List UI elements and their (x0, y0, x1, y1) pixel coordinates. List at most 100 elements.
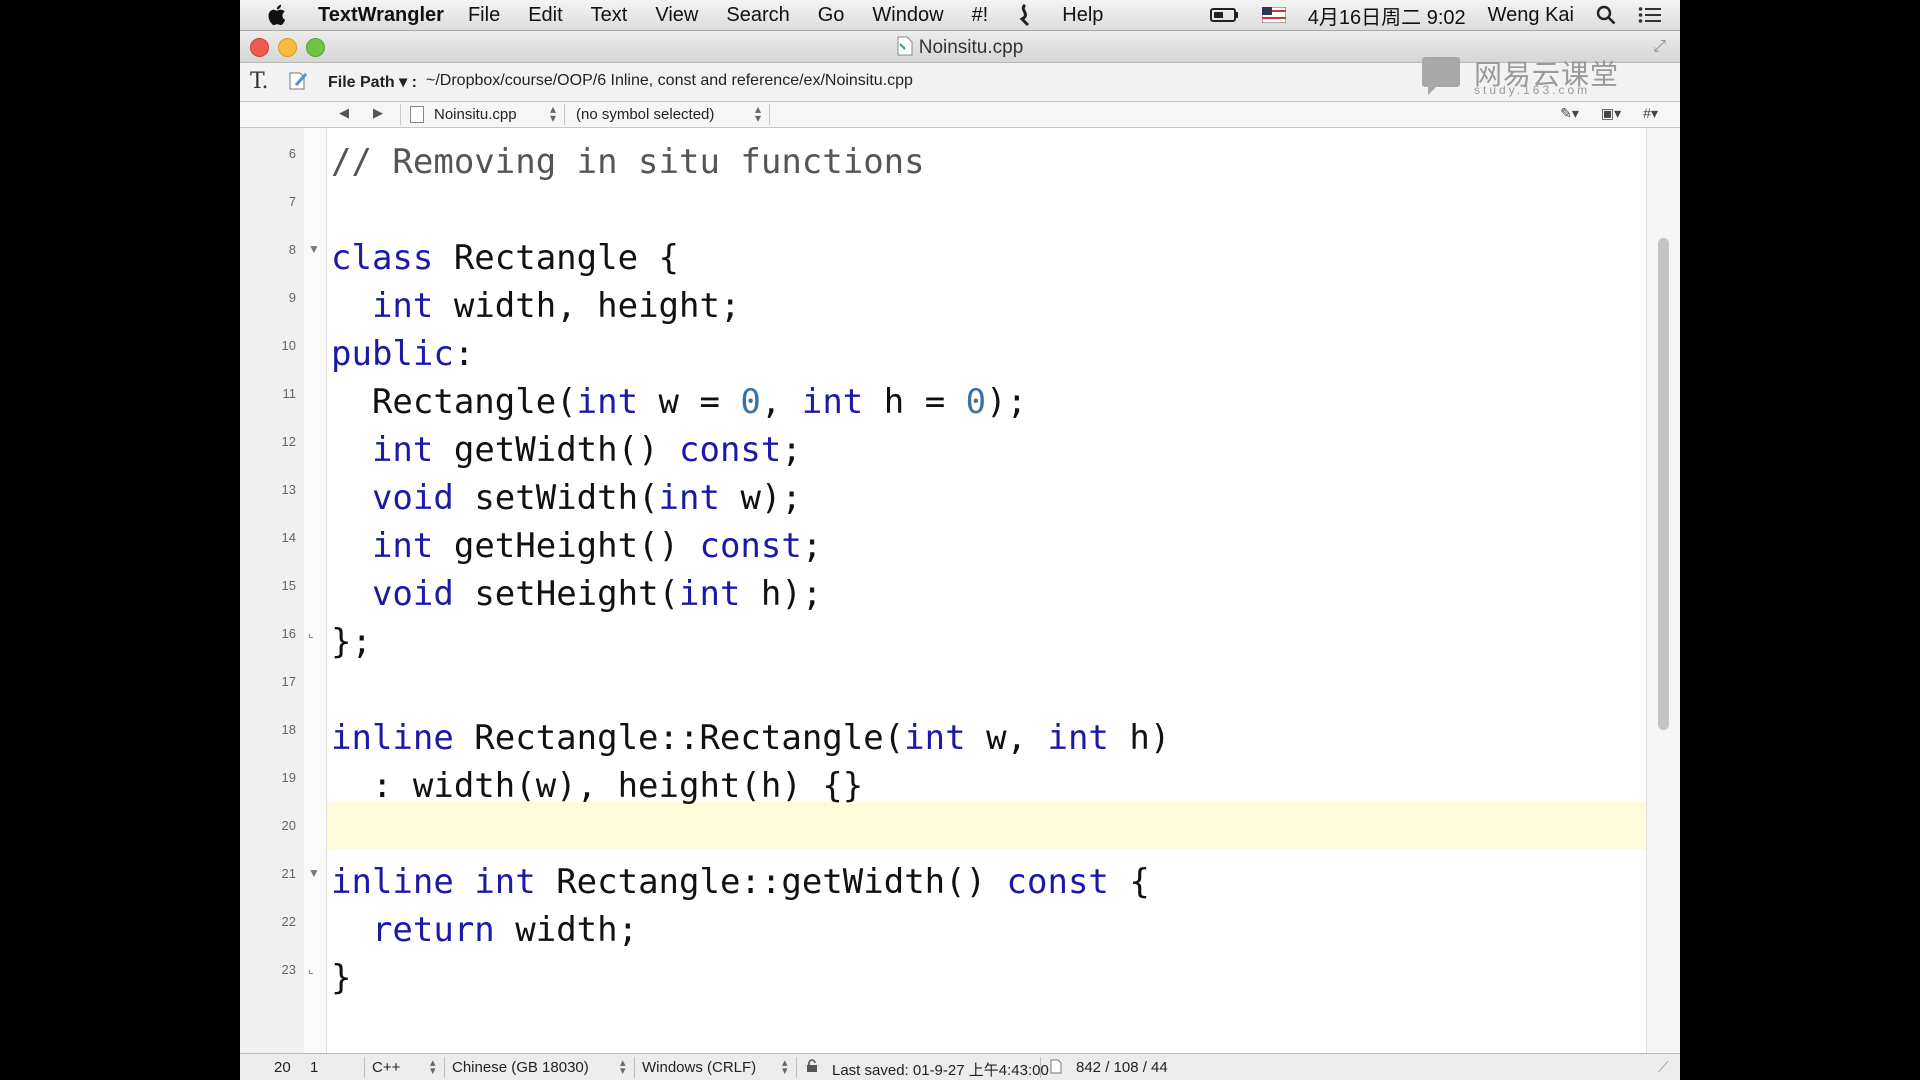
divider (796, 1057, 797, 1078)
spotlight-icon[interactable] (1596, 5, 1616, 25)
pencil-doc-icon[interactable] (288, 71, 310, 91)
line-number: 12 (281, 434, 296, 449)
file-path-menu[interactable]: File Path ▾ : (328, 72, 417, 92)
menu-file[interactable]: File (468, 4, 500, 27)
code-line[interactable]: inline int Rectangle::getWidth() const { (331, 858, 1150, 906)
line-number: 20 (281, 818, 296, 833)
watermark-icon (1422, 57, 1460, 95)
line-number: 17 (281, 674, 296, 689)
code-line[interactable]: return width; (331, 906, 638, 954)
divider (564, 104, 565, 125)
file-menu[interactable]: Noinsitu.cpp (434, 106, 517, 123)
line-number: 10 (281, 338, 296, 353)
resize-grip-icon[interactable]: ⟋ (1658, 1059, 1669, 1076)
menu-clock[interactable]: 4月16日周二 9:02 (1308, 1, 1466, 30)
updown-arrows-icon: ▴ ▾ (550, 102, 557, 125)
back-button[interactable]: ◀ (339, 105, 349, 121)
forward-button[interactable]: ▶ (373, 105, 383, 121)
line-number: 8 (288, 242, 296, 257)
comment: // Removing in situ functions (331, 142, 925, 182)
encoding-menu[interactable]: Chinese (GB 18030) (452, 1059, 589, 1076)
code-line[interactable]: void setHeight(int h); (331, 570, 822, 618)
divider (1040, 1057, 1041, 1078)
menu-bar: TextWrangler File Edit Text View Search … (240, 0, 1680, 31)
code-line[interactable]: }; (331, 618, 372, 666)
menu-search[interactable]: Search (726, 4, 789, 27)
divider (400, 104, 401, 125)
document-stats[interactable]: 842 / 108 / 44 (1076, 1059, 1168, 1076)
battery-icon[interactable] (1209, 7, 1240, 23)
status-line[interactable]: 20 (274, 1059, 291, 1076)
code-line[interactable]: void setWidth(int w); (331, 474, 802, 522)
code-line[interactable]: inline Rectangle::Rectangle(int w, int h… (331, 714, 1170, 762)
apple-icon[interactable] (266, 3, 290, 27)
menu-extras: 4月16日周二 9:02 Weng Kai (1209, 0, 1662, 30)
document-icon[interactable] (897, 36, 913, 56)
navigation-bar: ◀ ▶ Noinsitu.cpp ▴ ▾ (no symbol selected)… (240, 102, 1680, 128)
status-column[interactable]: 1 (310, 1059, 318, 1076)
nav-tools: ✎▾ ▣▾ #▾ (1560, 105, 1658, 122)
line-number: 14 (281, 530, 296, 545)
menu-edit[interactable]: Edit (528, 4, 562, 27)
divider (769, 104, 770, 125)
line-number: 18 (281, 722, 296, 737)
updown-arrows-icon: ▴ ▾ (755, 102, 762, 125)
scripts-icon[interactable] (1016, 4, 1034, 26)
fullscreen-icon[interactable]: ⤢ (1653, 38, 1666, 56)
menu-view[interactable]: View (655, 4, 698, 27)
line-number: 23 (281, 962, 296, 977)
divider (444, 1057, 445, 1078)
language-menu[interactable]: C++ (372, 1059, 400, 1076)
line-number: 9 (288, 290, 296, 305)
vertical-scrollbar[interactable] (1646, 128, 1680, 1053)
code-line[interactable]: class Rectangle { (331, 234, 679, 282)
code-line[interactable]: Rectangle(int w = 0, int h = 0); (331, 378, 1027, 426)
notification-list-icon[interactable] (1638, 6, 1662, 24)
updown-arrows-icon: ▴ ▾ (782, 1057, 788, 1077)
symbol-menu[interactable]: (no symbol selected) (576, 106, 714, 123)
watermark-subtext: study.163.com (1474, 83, 1591, 97)
code-line[interactable]: int getWidth() const; (331, 426, 802, 474)
menu-go[interactable]: Go (818, 4, 845, 27)
hash-icon[interactable]: #▾ (1643, 105, 1658, 122)
code-line[interactable]: public: (331, 330, 474, 378)
menu-text[interactable]: Text (591, 4, 628, 27)
menu-shebang[interactable]: #! (972, 4, 989, 27)
lock-icon[interactable] (806, 1059, 818, 1077)
document-menu-icon[interactable]: ▣▾ (1601, 105, 1621, 122)
line-number: 11 (282, 386, 297, 401)
menu-user[interactable]: Weng Kai (1488, 4, 1574, 27)
input-flag-icon[interactable] (1261, 7, 1286, 23)
file-path: ~/Dropbox/course/OOP/6 Inline, const and… (426, 72, 913, 89)
code-line[interactable]: // Removing in situ functions (331, 138, 925, 186)
code-line[interactable]: int getHeight() const; (331, 522, 822, 570)
menu-window[interactable]: Window (872, 4, 943, 27)
fold-end-icon[interactable]: ⌞ (308, 626, 314, 640)
menu-help[interactable]: Help (1062, 4, 1103, 27)
app-menu[interactable]: TextWrangler (318, 4, 444, 27)
line-number: 6 (288, 146, 296, 161)
document-stats-icon (1050, 1059, 1062, 1078)
scroll-thumb[interactable] (1658, 238, 1669, 730)
divider (634, 1057, 635, 1078)
updown-arrows-icon: ▴ ▾ (430, 1057, 436, 1077)
line-endings-menu[interactable]: Windows (CRLF) (642, 1059, 756, 1076)
updown-arrows-icon: ▴ ▾ (620, 1057, 626, 1077)
code-line[interactable]: : width(w), height(h) {} (331, 762, 863, 810)
window-title-text: Noinsitu.cpp (918, 37, 1024, 58)
line-number: 19 (281, 770, 296, 785)
fold-toggle-icon[interactable]: ▼ (308, 242, 320, 256)
line-number: 7 (288, 194, 296, 209)
last-saved: Last saved: 01-9-27 上午4:43:00 (832, 1062, 1049, 1079)
line-number: 22 (281, 914, 296, 929)
line-number: 21 (281, 866, 296, 881)
text-options-icon[interactable]: T. (250, 69, 268, 94)
marker-icon[interactable]: ✎▾ (1560, 105, 1579, 122)
file-icon (410, 106, 424, 123)
code-line[interactable]: int width, height; (331, 282, 740, 330)
code-line[interactable]: } (331, 954, 351, 1002)
code-editor[interactable]: // Removing in situ functions class Rect… (327, 128, 1647, 1053)
fold-strip: ▼ ⌞ ▼ ⌞ (304, 128, 327, 1053)
fold-end-icon[interactable]: ⌞ (308, 962, 314, 976)
fold-toggle-icon[interactable]: ▼ (308, 866, 320, 880)
